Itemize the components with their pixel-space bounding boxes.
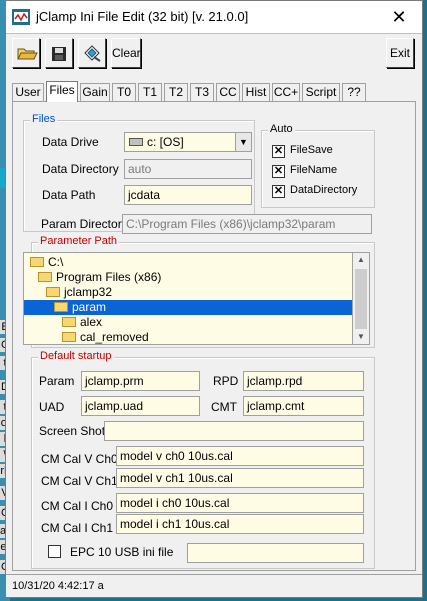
tree-item[interactable]: param	[24, 300, 352, 315]
param-directory-label: Param Directory	[41, 217, 128, 231]
epc-checkbox[interactable]	[48, 545, 61, 558]
rpd-field[interactable]: jclamp.rpd	[243, 371, 364, 391]
save-button[interactable]	[45, 38, 73, 68]
status-timestamp: 10/31/20 4:42:17 a	[12, 580, 104, 592]
data-directory-field[interactable]: auto	[124, 159, 252, 179]
jclamp-ini-editor-window: jClamp Ini File Edit (32 bit) [v. 21.0.0…	[5, 0, 423, 598]
save-disk-icon	[52, 47, 66, 61]
tree-item-label: Program Files (x86)	[56, 270, 162, 284]
files-group-title: Files	[30, 113, 58, 125]
edit-pencil-icon	[84, 45, 101, 62]
tab-files[interactable]: Files	[46, 81, 78, 102]
auto-filesave-checkbox[interactable]: ✕	[272, 145, 285, 158]
toolbar: Clear Exit	[6, 33, 422, 73]
title-bar: jClamp Ini File Edit (32 bit) [v. 21.0.0…	[6, 1, 422, 33]
param-field[interactable]: jclamp.prm	[81, 371, 200, 391]
data-path-field[interactable]: jcdata	[124, 185, 252, 205]
auto-filesave-label: FileSave	[290, 144, 333, 156]
data-directory-label: Data Directory	[42, 162, 119, 176]
rpd-label: RPD	[213, 374, 239, 388]
cm-cal-v-ch0-label: CM Cal V Ch0	[41, 452, 118, 466]
cm-cal-i-ch0-label: CM Cal I Ch0	[41, 499, 114, 513]
tab-strip: User Files Gain T0 T1 T2 T3 CC Hist CC+ Script??	[12, 81, 418, 102]
screen-shot-label: Screen Shot	[39, 424, 106, 438]
tree-item-label: jclamp32	[64, 285, 113, 299]
tab-script[interactable]: Script	[302, 83, 340, 101]
tree-item[interactable]: cal_removed	[24, 330, 352, 344]
tab-user[interactable]: User	[12, 83, 44, 101]
folder-icon	[54, 302, 68, 312]
tab-t0[interactable]: T0	[112, 83, 136, 101]
scroll-down-icon[interactable]: ▼	[353, 330, 369, 344]
folder-icon	[62, 317, 76, 327]
app-icon	[12, 9, 30, 25]
open-folder-icon	[17, 48, 38, 60]
parameter-path-title: Parameter Path	[38, 235, 120, 247]
folder-icon	[30, 257, 44, 267]
epc-field[interactable]	[187, 543, 364, 563]
epc-label: EPC 10 USB ini file	[70, 545, 174, 559]
data-drive-label: Data Drive	[42, 135, 99, 149]
chevron-down-icon[interactable]: ▼	[235, 133, 251, 151]
uad-field[interactable]: jclamp.uad	[81, 396, 200, 416]
tab-cc-plus[interactable]: CC+	[272, 83, 300, 101]
status-bar: 10/31/20 4:42:17 a	[6, 574, 422, 597]
tab-t3[interactable]: T3	[190, 83, 214, 101]
auto-group-title: Auto	[268, 123, 295, 135]
parameter-path-tree[interactable]: C:\ Program Files (x86) jclamp32 param alex c…	[23, 252, 353, 345]
cm-cal-v-ch0-field[interactable]: model v ch0 10us.cal	[116, 446, 364, 466]
scroll-thumb[interactable]	[355, 269, 367, 329]
tab-cc[interactable]: CC	[216, 83, 240, 101]
folder-icon	[46, 287, 60, 297]
cm-cal-v-ch1-field[interactable]: model v ch1 10us.cal	[116, 468, 364, 488]
tab-help[interactable]: ??	[342, 83, 366, 101]
edit-button[interactable]	[78, 38, 106, 68]
tree-item-label: C:\	[48, 255, 64, 269]
tab-t1[interactable]: T1	[138, 83, 162, 101]
cm-cal-i-ch1-label: CM Cal I Ch1	[41, 521, 114, 535]
auto-group: Auto ✕ FileSave ✕ FileName ✕ DataDirectory	[261, 123, 375, 208]
tree-item[interactable]: jclamp32	[24, 285, 352, 300]
tree-item-label: cal_removed	[80, 330, 149, 344]
cmt-label: CMT	[211, 400, 237, 414]
tree-item[interactable]: alex	[24, 315, 352, 330]
exit-button[interactable]: Exit	[386, 38, 414, 68]
uad-label: UAD	[39, 400, 65, 414]
auto-filename-label: FileName	[290, 164, 338, 176]
drive-icon	[129, 138, 143, 146]
folder-icon	[38, 272, 52, 282]
tab-hist[interactable]: Hist	[242, 83, 270, 101]
clear-button[interactable]: Clear	[111, 38, 141, 68]
screen-shot-field[interactable]	[104, 421, 364, 441]
tree-item-label: param	[72, 300, 107, 314]
cmt-field[interactable]: jclamp.cmt	[243, 396, 364, 416]
param-label: Param	[39, 374, 75, 388]
auto-filename-checkbox[interactable]: ✕	[272, 165, 285, 178]
data-drive-value: c: [OS]	[147, 135, 184, 149]
files-tab-page: Files Data Drive c: [OS] ▼ Data Director…	[12, 101, 416, 571]
folder-icon	[62, 332, 76, 342]
tab-t2[interactable]: T2	[164, 83, 188, 101]
tab-gain[interactable]: Gain	[80, 83, 110, 101]
auto-datadirectory-checkbox[interactable]: ✕	[272, 185, 285, 198]
window-title: jClamp Ini File Edit (32 bit) [v. 21.0.0…	[36, 9, 249, 24]
default-startup-title: Default startup	[38, 350, 114, 362]
scroll-up-icon[interactable]: ▲	[353, 253, 369, 267]
cm-cal-i-ch0-field[interactable]: model i ch0 10us.cal	[116, 493, 364, 513]
auto-datadirectory-label: DataDirectory	[290, 184, 358, 196]
cm-cal-i-ch1-field[interactable]: model i ch1 10us.cal	[116, 514, 364, 534]
open-button[interactable]	[12, 38, 40, 68]
data-drive-select[interactable]: c: [OS] ▼	[124, 132, 252, 152]
data-path-label: Data Path	[42, 188, 96, 202]
cm-cal-v-ch1-label: CM Cal V Ch1	[41, 474, 118, 488]
tree-item[interactable]: Program Files (x86)	[24, 270, 352, 285]
param-directory-field[interactable]: C:\Program Files (x86)\jclamp32\param	[122, 214, 372, 234]
tree-scrollbar[interactable]: ▲ ▼	[353, 252, 370, 345]
close-button[interactable]: ✕	[376, 1, 422, 33]
tree-item[interactable]: C:\	[24, 255, 352, 270]
tree-item-label: alex	[80, 315, 103, 329]
